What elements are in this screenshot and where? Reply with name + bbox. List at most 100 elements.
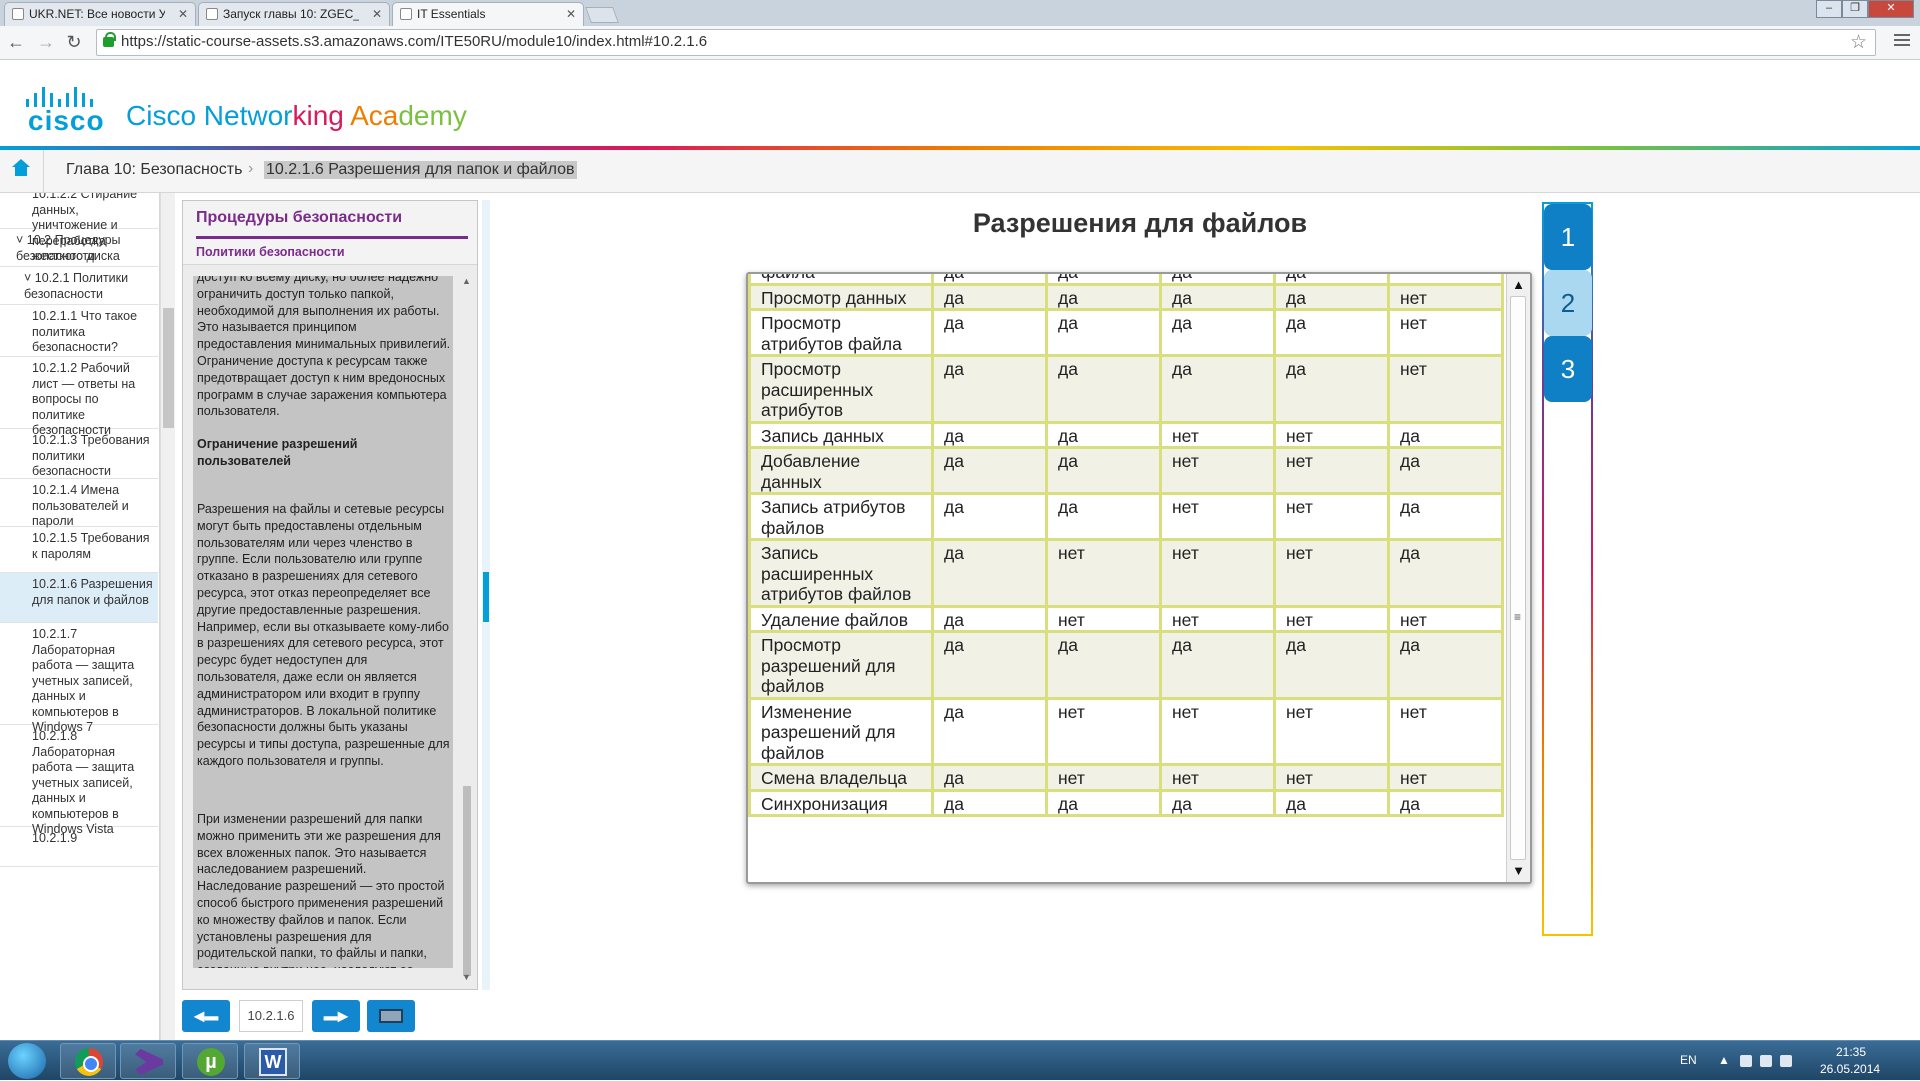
step-tab-1[interactable]: 1 [1544,204,1592,270]
tab-close-icon[interactable]: ✕ [566,3,576,25]
toc-item[interactable]: 10.2.1.6 Разрешения для папок и файлов [0,573,158,623]
panel-splitter[interactable] [482,200,490,990]
prev-arrow-icon: ◀▬ [193,1007,219,1024]
panel-paragraph: При изменении разрешений для папки можно… [197,812,445,968]
table-row: файла да да да да [751,274,1501,283]
chevron-right-icon: › [248,160,254,177]
panel-scrollbar[interactable]: ▲ ▼ [461,276,473,982]
tab-close-icon[interactable]: ✕ [178,3,188,25]
table-scrollbar[interactable]: ▲ ≡ ▼ [1506,274,1530,882]
step-tab-2[interactable]: 2 [1544,270,1592,336]
table-scroll-thumb[interactable] [1510,296,1526,860]
fullscreen-button[interactable] [367,1000,415,1032]
scroll-down-icon[interactable]: ▼ [1507,860,1530,882]
toc-scroll-thumb[interactable] [163,308,174,428]
toc-item[interactable]: 10.2.1.4 Имена пользователей и пароли [0,479,158,528]
chevron-down-icon[interactable]: ˅ [16,233,27,247]
permission-value: да [934,541,1045,605]
permission-value: нет [1390,357,1501,421]
academy-title[interactable]: Cisco Networking Academy [126,100,467,132]
permission-value: нет [1162,449,1273,492]
minimize-icon[interactable]: – [1816,0,1842,18]
toc-item[interactable]: ˅ 10.2 Процедуры безопасности [0,229,158,267]
step-tab-3[interactable]: 3 [1544,336,1592,402]
academy-title-part: Cisco [126,100,204,131]
toc-item-label: 10.2.1.5 Требования к паролям [32,531,150,561]
scroll-up-icon[interactable]: ▲ [1507,274,1530,296]
clock-date[interactable]: 26.05.2014 [1820,1062,1880,1076]
permission-value: да [1162,791,1273,814]
network-icon[interactable] [1740,1055,1752,1067]
start-button[interactable] [8,1043,46,1079]
browser-tab-it-essentials[interactable]: IT Essentials ✕ [392,2,584,26]
address-bar[interactable]: https://static-course-assets.s3.amazonaw… [96,29,1876,56]
browser-tab-zgec[interactable]: Запуск главы 10: ZGEC_G ✕ [198,2,390,26]
permission-value: да [934,607,1045,630]
visual-studio-icon [135,1049,163,1075]
splitter-handle[interactable] [483,572,489,622]
reload-icon[interactable]: ↻ [62,30,86,54]
toc-scrollbar[interactable] [160,193,175,1040]
permission-value: да [1390,423,1501,446]
toc-item-label: 10.2.1.7 Лабораторная работа — защита уч… [32,627,135,734]
page-number[interactable]: 10.2.1.6 [239,1000,303,1032]
permission-value: да [1162,311,1273,354]
toc-item-label: ˅ 10.2 Процедуры безопасности [16,233,154,264]
language-indicator[interactable]: EN [1680,1053,1697,1067]
permission-value: да [934,699,1045,763]
toc-item[interactable]: 10.2.1.7 Лабораторная работа — защита уч… [0,623,158,734]
panel-scroll-thumb[interactable] [463,786,471,976]
scroll-down-icon[interactable]: ▼ [462,972,471,982]
toc-item[interactable]: 10.2.1.3 Требования политики безопасност… [0,429,158,479]
permission-value: да [934,274,1045,283]
scroll-up-icon[interactable]: ▲ [462,276,471,286]
next-page-button[interactable]: ▬▶ [312,1000,360,1032]
text-panel: Процедуры безопасности Политики безопасн… [182,200,478,990]
window-close-icon[interactable]: ✕ [1868,0,1914,18]
toc-item[interactable]: 10.2.1.2 Рабочий лист — ответы на вопрос… [0,357,158,437]
toc-item[interactable]: 10.2.1.8 Лабораторная работа — защита уч… [0,725,158,836]
toc-item[interactable]: 10.1.2.2 Стирание данных, уничтожение и … [0,193,158,263]
permission-name: Смена владельца [751,766,931,789]
tray-expand-icon[interactable]: ▲ [1718,1053,1730,1067]
toc-item[interactable]: 10.2.1.5 Требования к паролям [0,527,158,573]
tab-title: UKR.NET: Все новости Ук [29,7,165,21]
toc-item-label: 10.2.1.1 Что такое политика безопасности… [32,309,138,354]
new-tab-button[interactable] [585,7,619,23]
home-icon [12,159,30,176]
menu-icon[interactable] [1894,34,1910,48]
breadcrumb-chapter[interactable]: Глава 10: Безопасность [66,161,242,179]
permission-value: нет [1276,449,1387,492]
flag-icon[interactable] [1760,1055,1772,1067]
permission-value [1390,274,1501,283]
star-icon[interactable]: ☆ [1850,31,1867,54]
next-arrow-icon: ▬▶ [323,1007,349,1024]
home-button[interactable] [0,150,44,193]
toc-item[interactable]: 10.2.1.9 [0,827,158,867]
url-text[interactable]: https://static-course-assets.s3.amazonaw… [121,33,707,50]
taskbar-visual-studio[interactable] [120,1043,176,1079]
volume-icon[interactable] [1780,1055,1792,1067]
permission-name: Просмотр данных [751,285,931,308]
clock-time[interactable]: 21:35 [1836,1045,1866,1059]
permission-value: нет [1048,541,1159,605]
maximize-icon[interactable]: ❐ [1842,0,1868,18]
toc-item[interactable]: 10.2.1.1 Что такое политика безопасности… [0,305,158,357]
chevron-down-icon[interactable]: ˅ [24,271,35,285]
taskbar-chrome[interactable] [60,1043,116,1079]
tab-close-icon[interactable]: ✕ [372,3,382,25]
table-row: Запись атрибутов файлов да да нет нет да [751,495,1501,538]
academy-title-part: Aca [350,100,399,131]
academy-title-part: king [292,100,351,131]
toc-item[interactable]: ˅ 10.2.1 Политики безопасности [0,267,158,305]
back-icon[interactable]: ← [4,30,28,54]
toc-item-label: 10.2.1.2 Рабочий лист — ответы на вопрос… [32,361,136,437]
prev-page-button[interactable]: ◀▬ [182,1000,230,1032]
taskbar-word[interactable]: W [244,1043,300,1079]
permission-value: да [1162,633,1273,697]
forward-icon[interactable]: → [34,30,58,54]
permission-value: нет [1162,699,1273,763]
browser-tab-ukrnet[interactable]: UKR.NET: Все новости Ук ✕ [4,2,196,26]
taskbar-utorrent[interactable]: µ [182,1043,238,1079]
permission-value: да [1048,633,1159,697]
